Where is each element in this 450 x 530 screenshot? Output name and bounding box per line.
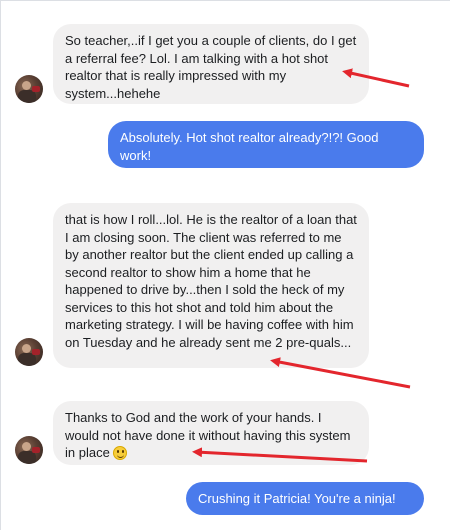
- message-text: Absolutely. Hot shot realtor already?!?!…: [120, 130, 379, 163]
- avatar[interactable]: [15, 75, 43, 103]
- message-text: that is how I roll...lol. He is the real…: [65, 212, 357, 350]
- message-text: Thanks to God and the work of your hands…: [65, 410, 351, 460]
- outgoing-message-bubble[interactable]: Absolutely. Hot shot realtor already?!?!…: [108, 121, 424, 168]
- divider: [0, 0, 450, 1]
- incoming-message-bubble[interactable]: So teacher,..if I get you a couple of cl…: [53, 24, 369, 104]
- smiling-face-icon: [113, 446, 128, 460]
- message-text: Crushing it Patricia! You're a ninja!: [198, 491, 396, 506]
- outgoing-message-bubble[interactable]: Crushing it Patricia! You're a ninja!: [186, 482, 424, 515]
- divider: [0, 0, 1, 530]
- avatar[interactable]: [15, 436, 43, 464]
- avatar[interactable]: [15, 338, 43, 366]
- incoming-message-bubble[interactable]: Thanks to God and the work of your hands…: [53, 401, 369, 465]
- message-text: So teacher,..if I get you a couple of cl…: [65, 33, 357, 101]
- chat-thread: So teacher,..if I get you a couple of cl…: [0, 0, 450, 530]
- incoming-message-bubble[interactable]: that is how I roll...lol. He is the real…: [53, 203, 369, 368]
